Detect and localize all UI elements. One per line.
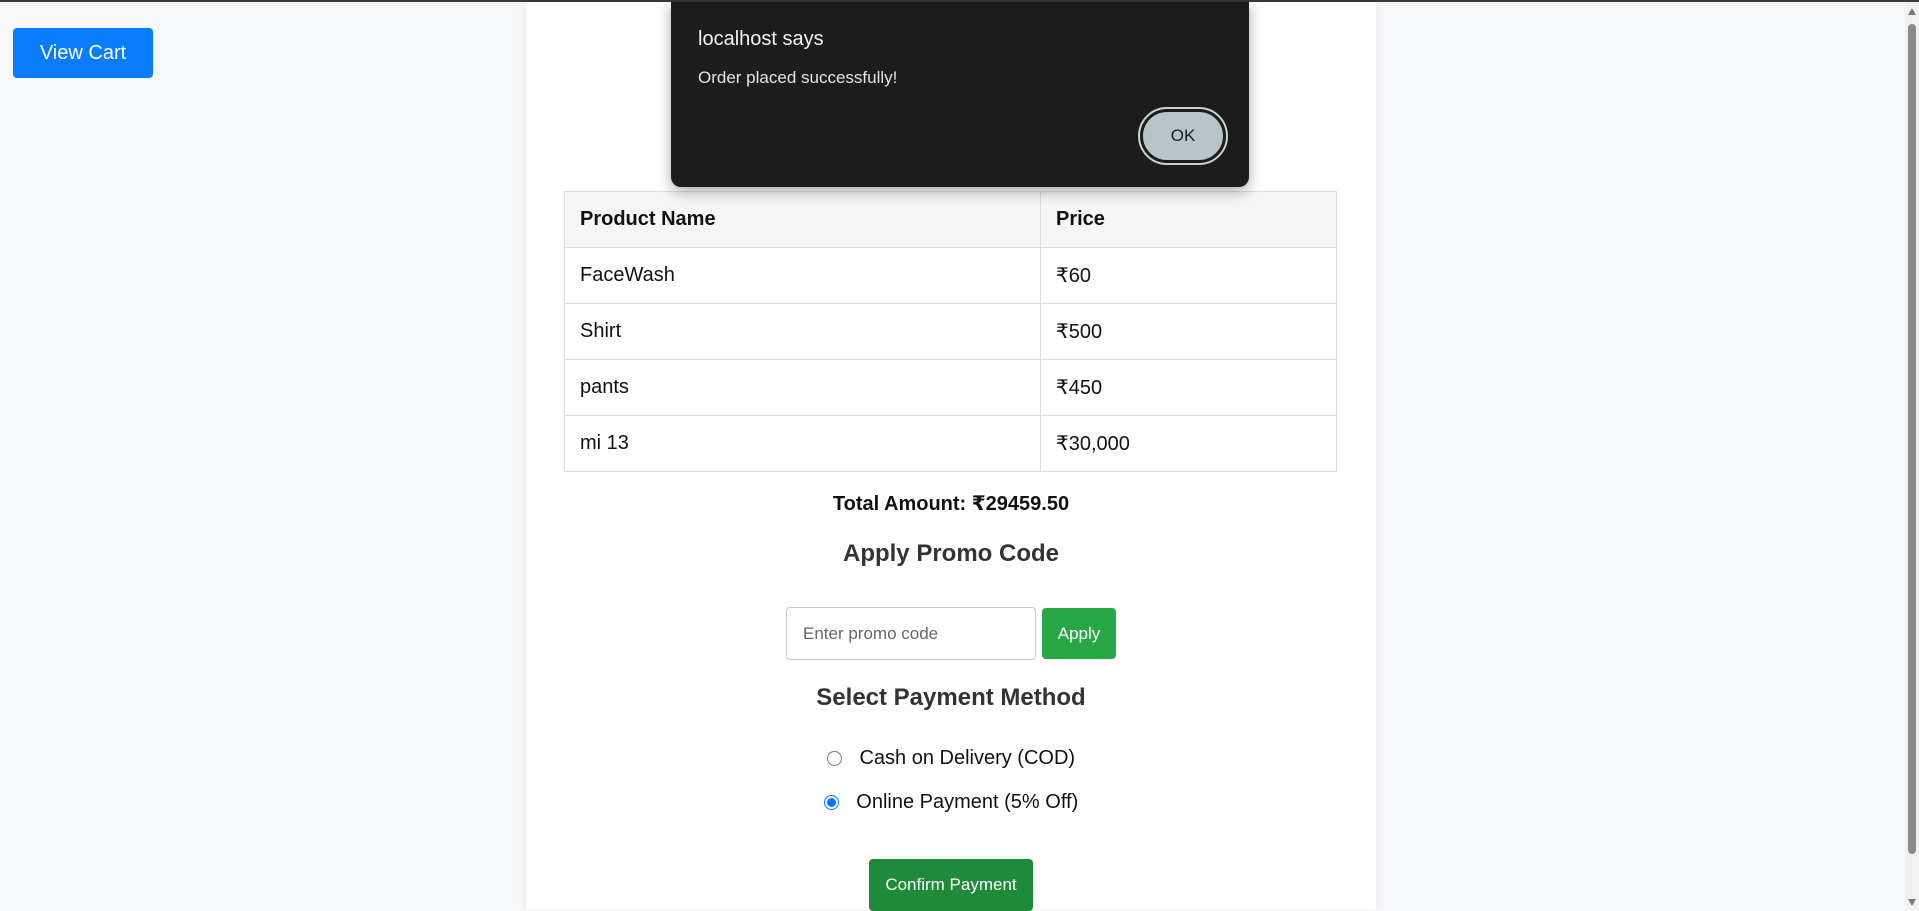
price-cell: ₹450	[1040, 359, 1337, 416]
column-header-price: Price	[1040, 191, 1337, 248]
payment-option-online[interactable]: Online Payment (5% Off)	[526, 791, 1376, 814]
scroll-up-arrow-icon[interactable]	[1908, 8, 1916, 15]
table-row: Shirt ₹500	[564, 303, 1337, 360]
column-header-product-name: Product Name	[564, 191, 1041, 248]
online-payment-label[interactable]: Online Payment (5% Off)	[856, 791, 1078, 813]
table-row: FaceWash ₹60	[564, 247, 1337, 304]
price-cell: ₹500	[1040, 303, 1337, 360]
product-name-cell: Shirt	[564, 303, 1041, 360]
online-payment-radio[interactable]	[823, 795, 839, 811]
product-name-cell: pants	[564, 359, 1041, 416]
price-cell: ₹60	[1040, 247, 1337, 304]
cart-table: Product Name Price FaceWash ₹60 Shirt ₹5…	[564, 191, 1337, 472]
confirm-payment-button[interactable]: Confirm Payment	[869, 859, 1033, 911]
payment-option-cod[interactable]: Cash on Delivery (COD)	[526, 747, 1376, 770]
view-cart-button[interactable]: View Cart	[13, 28, 153, 78]
alert-title: localhost says	[698, 28, 824, 50]
table-row: pants ₹450	[564, 359, 1337, 416]
product-name-cell: mi 13	[564, 415, 1041, 472]
scrollbar-thumb[interactable]	[1908, 24, 1916, 854]
promo-heading: Apply Promo Code	[842, 540, 1059, 567]
price-cell: ₹30,000	[1040, 415, 1337, 472]
apply-promo-button[interactable]: Apply	[1042, 608, 1116, 659]
page-scrollbar[interactable]	[1905, 2, 1919, 910]
cod-label[interactable]: Cash on Delivery (COD)	[859, 747, 1075, 769]
table-row: mi 13 ₹30,000	[564, 415, 1337, 472]
product-name-cell: FaceWash	[564, 247, 1041, 304]
cod-radio[interactable]	[826, 751, 842, 767]
alert-ok-button[interactable]: OK	[1138, 107, 1228, 165]
scroll-down-arrow-icon[interactable]	[1908, 899, 1916, 906]
promo-code-input[interactable]	[786, 607, 1036, 660]
table-header-row: Product Name Price	[564, 191, 1337, 248]
payment-method-heading: Select Payment Method	[816, 684, 1086, 711]
alert-message: Order placed successfully!	[698, 68, 898, 87]
total-amount: Total Amount: ₹29459.50	[832, 493, 1070, 515]
